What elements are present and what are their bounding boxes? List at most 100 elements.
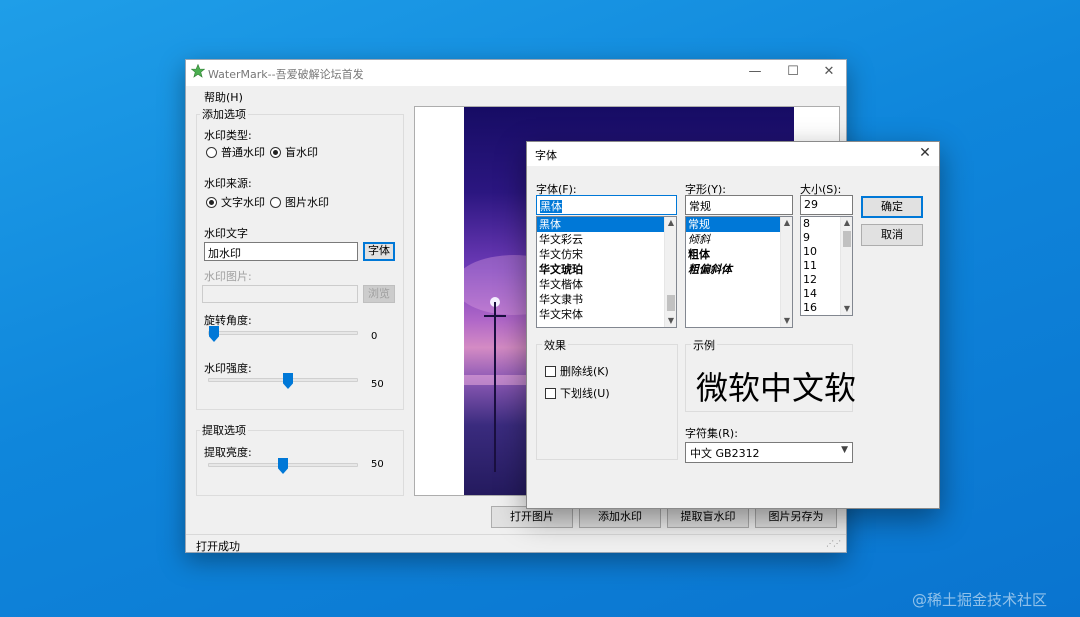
size-list-scrollbar[interactable]: ▲ ▼ — [840, 217, 852, 315]
font-button[interactable]: 字体 — [363, 242, 395, 261]
watermark-text-label: 水印文字 — [204, 227, 248, 240]
window-title: WaterMark--吾爱破解论坛首发 — [208, 68, 364, 81]
browse-button[interactable]: 浏览 — [363, 285, 395, 303]
font-dialog: 字体 ✕ 字体(F): 黑体 黑体 华文彩云 华文仿宋 华文琥珀 华文楷体 华文隶书 华文宋… — [526, 141, 940, 509]
radio-blind-circle — [270, 147, 281, 158]
watermark-type-label: 水印类型: — [204, 129, 252, 142]
add-watermark-button[interactable]: 添加水印 — [579, 506, 661, 528]
scroll-down-icon[interactable]: ▼ — [665, 315, 676, 327]
style-list-scrollbar[interactable]: ▲ ▼ — [780, 217, 792, 327]
sample-title: 示例 — [691, 337, 717, 353]
watermark-source-label: 水印来源: — [204, 177, 252, 190]
font-family-input-text: 黑体 — [540, 200, 562, 213]
font-family-input[interactable]: 黑体 — [536, 195, 677, 215]
radio-text-label: 文字水印 — [221, 196, 265, 209]
ok-button[interactable]: 确定 — [861, 196, 923, 218]
close-button[interactable]: ✕ — [810, 60, 848, 86]
dialog-close-button[interactable]: ✕ — [911, 142, 939, 166]
scroll-down-icon[interactable]: ▼ — [841, 303, 852, 315]
maximize-icon: ☐ — [787, 64, 799, 79]
font-size-input[interactable]: 29 — [800, 195, 853, 215]
font-family-item[interactable]: 华文宋体 — [537, 307, 676, 322]
site-credit: @稀土掘金技术社区 — [912, 591, 1048, 609]
menu-help[interactable]: 帮助(H) — [204, 89, 243, 105]
scroll-up-icon[interactable]: ▲ — [665, 217, 676, 229]
strikeout-checkbox[interactable]: 删除线(K) — [545, 363, 609, 379]
lamp-pole — [494, 302, 496, 472]
radio-normal-circle — [206, 147, 217, 158]
brightness-value: 50 — [371, 459, 384, 470]
save-image-as-button[interactable]: 图片另存为 — [755, 506, 837, 528]
close-icon: ✕ — [823, 64, 835, 79]
charset-select[interactable]: 中文 GB2312 ▼ — [685, 442, 853, 463]
font-family-item[interactable]: 华文琥珀 — [537, 262, 676, 277]
add-options-title: 添加选项 — [200, 106, 248, 122]
strength-label: 水印强度: — [204, 362, 252, 375]
font-style-item[interactable]: 常规 — [686, 217, 792, 232]
radio-blind-watermark[interactable]: 盲水印 — [270, 144, 318, 160]
charset-value: 中文 GB2312 — [690, 447, 760, 460]
menu-bar: 帮助(H) — [186, 86, 846, 106]
scroll-down-icon[interactable]: ▼ — [781, 315, 792, 327]
font-family-item[interactable]: 华文楷体 — [537, 277, 676, 292]
font-family-items: 黑体 华文彩云 华文仿宋 华文琥珀 华文楷体 华文隶书 华文宋体 — [537, 217, 676, 322]
watermark-text-input[interactable]: 加水印 — [204, 242, 358, 261]
app-star-icon — [191, 64, 205, 78]
font-dialog-titlebar[interactable]: 字体 ✕ — [527, 142, 939, 166]
radio-image-label: 图片水印 — [285, 196, 329, 209]
underline-checkbox[interactable]: 下划线(U) — [545, 385, 610, 401]
font-family-item[interactable]: 黑体 — [537, 217, 676, 232]
strikeout-text: 删除线(K) — [560, 365, 609, 378]
underline-box — [545, 388, 556, 399]
rotation-label: 旋转角度: — [204, 314, 252, 327]
window-titlebar[interactable]: WaterMark--吾爱破解论坛首发 — ☐ ✕ — [186, 60, 846, 86]
strength-value: 50 — [371, 379, 384, 390]
scroll-up-icon[interactable]: ▲ — [781, 217, 792, 229]
radio-text-circle — [206, 197, 217, 208]
font-dialog-title: 字体 — [535, 149, 557, 162]
radio-normal-watermark[interactable]: 普通水印 — [206, 144, 265, 160]
font-style-item[interactable]: 倾斜 — [686, 232, 792, 247]
sample-group: 微软中文软 — [685, 344, 857, 412]
resize-grip-icon[interactable]: ⋰⋰ — [826, 539, 841, 548]
font-size-list[interactable]: 8 9 10 11 12 14 16 ▲ ▼ — [800, 216, 853, 316]
font-family-list[interactable]: 黑体 华文彩云 华文仿宋 华文琥珀 华文楷体 华文隶书 华文宋体 ▲ ▼ — [536, 216, 677, 328]
rotation-slider-track[interactable] — [208, 331, 358, 335]
minimize-icon: — — [748, 64, 762, 79]
effects-title: 效果 — [542, 337, 568, 353]
scroll-up-icon[interactable]: ▲ — [841, 217, 852, 229]
scroll-thumb[interactable] — [667, 295, 675, 311]
maximize-button[interactable]: ☐ — [774, 60, 812, 86]
radio-image-watermark[interactable]: 图片水印 — [270, 194, 329, 210]
underline-text: 下划线(U) — [560, 387, 610, 400]
minimize-button[interactable]: — — [736, 60, 774, 86]
status-bar: 打开成功 ⋰⋰ — [186, 534, 846, 553]
font-list-scrollbar[interactable]: ▲ ▼ — [664, 217, 676, 327]
effects-group — [536, 344, 678, 460]
watermark-image-label: 水印图片: — [204, 270, 252, 283]
font-style-input[interactable]: 常规 — [685, 195, 793, 215]
font-style-list[interactable]: 常规 倾斜 粗体 粗偏斜体 ▲ ▼ — [685, 216, 793, 328]
charset-label: 字符集(R): — [685, 427, 738, 440]
font-family-item[interactable]: 华文仿宋 — [537, 247, 676, 262]
font-style-item[interactable]: 粗偏斜体 — [686, 262, 792, 277]
extract-options-title: 提取选项 — [200, 422, 248, 438]
close-icon: ✕ — [919, 145, 931, 161]
brightness-label: 提取亮度: — [204, 446, 252, 459]
rotation-value: 0 — [371, 331, 378, 342]
cancel-button[interactable]: 取消 — [861, 224, 923, 246]
font-family-item[interactable]: 华文彩云 — [537, 232, 676, 247]
extract-blind-watermark-button[interactable]: 提取盲水印 — [667, 506, 749, 528]
font-style-item[interactable]: 粗体 — [686, 247, 792, 262]
scroll-thumb[interactable] — [843, 231, 851, 247]
radio-normal-label: 普通水印 — [221, 146, 265, 159]
font-style-items: 常规 倾斜 粗体 粗偏斜体 — [686, 217, 792, 277]
radio-blind-label: 盲水印 — [285, 146, 318, 159]
radio-text-watermark[interactable]: 文字水印 — [206, 194, 265, 210]
strikeout-box — [545, 366, 556, 377]
font-family-item[interactable]: 华文隶书 — [537, 292, 676, 307]
sample-text: 微软中文软 — [696, 369, 857, 407]
radio-image-circle — [270, 197, 281, 208]
open-image-button[interactable]: 打开图片 — [491, 506, 573, 528]
watermark-image-input[interactable] — [202, 285, 358, 303]
